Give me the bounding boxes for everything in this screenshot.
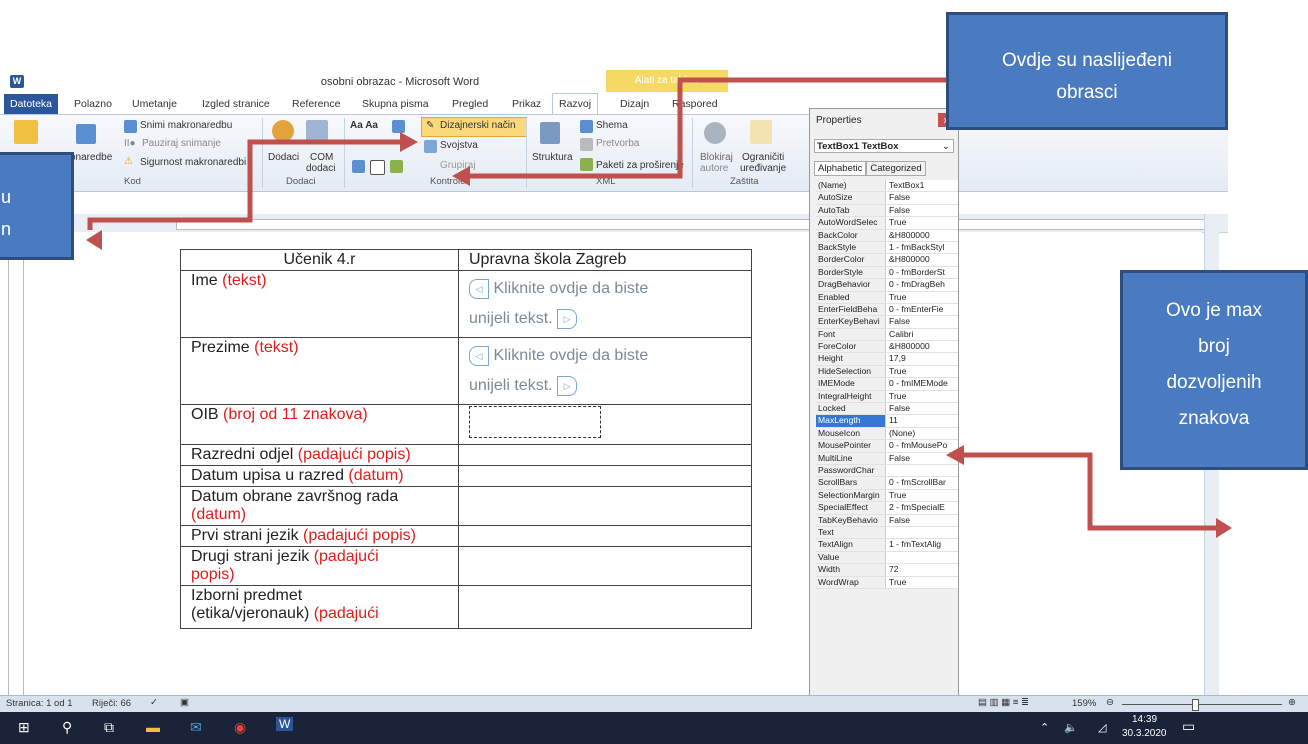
notifications-icon[interactable]: ▭ bbox=[1182, 718, 1195, 735]
zoom-out-icon[interactable]: ⊖ bbox=[1106, 697, 1114, 708]
arrow-line bbox=[470, 77, 950, 179]
callout-max-length: Ovo je max broj dozvoljenih znakova bbox=[1120, 270, 1308, 470]
task-view-icon[interactable]: ⧉ bbox=[104, 719, 114, 736]
word-count[interactable]: Riječi: 66 bbox=[92, 698, 131, 709]
chrome-icon[interactable]: ◉ bbox=[234, 719, 246, 736]
arrow-head bbox=[86, 230, 102, 250]
macro-record-icon[interactable]: ▣ bbox=[180, 697, 189, 708]
mail-icon[interactable]: ✉ bbox=[190, 719, 202, 736]
view-layout-icon[interactable]: ▤ ▥ ▦ ≡ ≣ bbox=[978, 697, 1029, 708]
proofing-icon[interactable]: ✓ bbox=[150, 697, 158, 708]
file-explorer-icon[interactable]: ▬ bbox=[146, 719, 160, 735]
arrow-head bbox=[1216, 518, 1232, 538]
zoom-slider[interactable] bbox=[1122, 704, 1282, 705]
clock-time[interactable]: 14:39 bbox=[1132, 714, 1157, 725]
zoom-level[interactable]: 159% bbox=[1072, 698, 1096, 709]
arrow-head bbox=[452, 166, 470, 186]
callout-left-line: u bbox=[1, 187, 12, 207]
callout-left-line: n bbox=[1, 219, 12, 239]
arrow-head bbox=[400, 132, 418, 152]
volume-icon[interactable]: 🔈 bbox=[1064, 721, 1078, 734]
clock-date[interactable]: 30.3.2020 bbox=[1122, 728, 1167, 739]
windows-start-icon[interactable]: ⊞ bbox=[18, 719, 30, 736]
chevron-up-icon[interactable]: ⌃ bbox=[1040, 721, 1049, 734]
page-count[interactable]: Stranica: 1 od 1 bbox=[6, 698, 73, 709]
callout-inherited-forms: Ovdje su naslijeđeni obrasci bbox=[946, 12, 1228, 130]
taskbar: ⊞ ⚲ ⧉ ▬ ✉ ◉ W ⌃ 🔈 ◿ 14:39 30.3.2020 ▭ bbox=[0, 712, 1308, 744]
callout-left: un bbox=[0, 152, 74, 260]
word-taskbar-icon[interactable]: W bbox=[276, 717, 294, 731]
arrow-head bbox=[946, 445, 964, 465]
search-icon[interactable]: ⚲ bbox=[62, 719, 72, 736]
zoom-in-icon[interactable]: ⊕ bbox=[1288, 697, 1296, 708]
zoom-slider-thumb[interactable] bbox=[1192, 699, 1199, 711]
network-icon[interactable]: ◿ bbox=[1098, 721, 1106, 734]
status-bar: Stranica: 1 od 1 Riječi: 66 ✓ ▣ ▤ ▥ ▦ ≡ … bbox=[0, 695, 1308, 713]
arrow-line bbox=[87, 139, 400, 230]
